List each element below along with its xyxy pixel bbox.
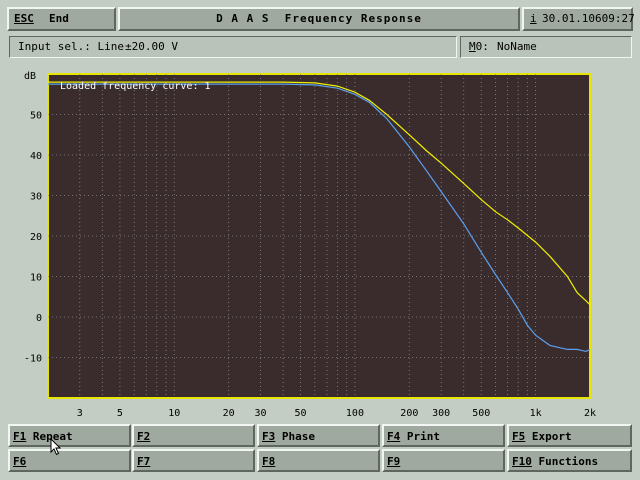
x-tick-label: 10 (168, 408, 180, 419)
x-tick-label: 200 (400, 408, 418, 419)
fkey-key-label: F1 (13, 430, 27, 443)
input-status-panel: Input sel.: Line ±20.00 V (9, 36, 457, 58)
chart-svg: 50403020100-10dB3 5 10 20 30 50 100 200 300 500 1k… (24, 71, 596, 419)
y-tick-label: -10 (24, 354, 42, 365)
fkey-key-label: F6 (13, 455, 27, 468)
input-range: ±20.00 V (125, 40, 178, 53)
fkey-f4-button[interactable]: F4 Print (382, 424, 505, 447)
y-axis-label: dB (24, 71, 36, 82)
fkey-f6-button[interactable]: F6 (8, 449, 131, 472)
fkey-f2-button[interactable]: F2 (132, 424, 255, 447)
fkey-action-label: Functions (531, 455, 599, 468)
end-label: End (49, 12, 69, 25)
memory-slot: 0: (475, 40, 489, 53)
y-tick-label: 40 (30, 151, 42, 162)
fkey-key-label: F10 (512, 455, 532, 468)
title-bar: D A A S Frequency Response (118, 7, 520, 31)
memory-key-label: M (469, 40, 476, 53)
fkey-key-label: F5 (512, 430, 526, 443)
escape-end-button[interactable]: ESC End (7, 7, 116, 31)
x-tick-label: 5 (117, 408, 123, 419)
loaded-curve-annotation: Loaded frequency curve: 1 (60, 81, 211, 92)
memory-name: NoName (497, 40, 537, 53)
esc-key-label: ESC (14, 12, 34, 25)
y-tick-label: 30 (30, 192, 42, 203)
fkey-action-label: Export (525, 430, 572, 443)
mouse-cursor-icon (50, 438, 62, 456)
x-tick-label: 50 (295, 408, 307, 419)
fkey-f3-button[interactable]: F3 Phase (257, 424, 380, 447)
fkey-key-label: F3 (262, 430, 276, 443)
fkey-action-label: Phase (275, 430, 315, 443)
page-title: D A A S Frequency Response (216, 12, 422, 25)
x-tick-label: 3 (77, 408, 83, 419)
fkey-f10-button[interactable]: F10 Functions (507, 449, 632, 472)
fkey-f7-button[interactable]: F7 (132, 449, 255, 472)
fkey-key-label: F8 (262, 455, 276, 468)
datetime-display: 30.01.10609:27 (542, 12, 635, 25)
x-tick-label: 30 (254, 408, 266, 419)
x-tick-label: 300 (432, 408, 450, 419)
x-tick-label: 20 (223, 408, 235, 419)
fkey-key-label: F4 (387, 430, 401, 443)
info-key-label: i (530, 12, 537, 25)
info-panel[interactable]: i 30.01.10609:27 (522, 7, 635, 31)
x-tick-label: 500 (472, 408, 490, 419)
y-tick-label: 50 (30, 111, 42, 122)
fkey-action-label: Print (400, 430, 440, 443)
frequency-response-chart: 50 40 30 20 10 0 -10 dB 3 5 10 20 30 50 100 200 300 500 1k… (8, 66, 632, 420)
fkey-f8-button[interactable]: F8 (257, 449, 380, 472)
fkey-key-label: F7 (137, 455, 151, 468)
fkey-f9-button[interactable]: F9 (382, 449, 505, 472)
y-tick-label: 0 (36, 313, 42, 324)
x-tick-label: 1k (530, 408, 542, 419)
memory-panel[interactable]: M0: NoName (460, 36, 632, 58)
y-tick-label: 20 (30, 232, 42, 243)
fkey-key-label: F2 (137, 430, 151, 443)
x-tick-label: 2k (584, 408, 596, 419)
fkey-key-label: F9 (387, 455, 401, 468)
x-tick-label: 100 (346, 408, 364, 419)
input-selection: Input sel.: Line (18, 40, 124, 53)
fkey-f1-button[interactable]: F1 Repeat (8, 424, 131, 447)
fkey-f5-button[interactable]: F5 Export (507, 424, 632, 447)
y-tick-label: 10 (30, 273, 42, 284)
